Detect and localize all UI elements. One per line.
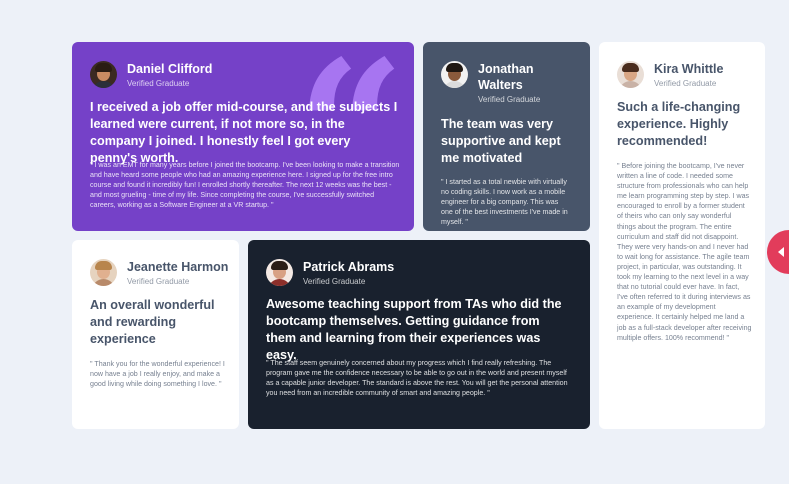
testimonial-card-daniel-clifford: “ Daniel Clifford Verified Graduate I re…	[72, 42, 414, 231]
side-scroll-button[interactable]	[767, 230, 789, 274]
avatar	[90, 61, 117, 88]
testimonial-headline: An overall wonderful and rewarding exper…	[90, 298, 215, 346]
author-name: Kira Whittle	[654, 62, 724, 76]
testimonial-card-kira-whittle: Kira Whittle Verified Graduate Such a li…	[599, 42, 765, 429]
card-header: Patrick Abrams Verified Graduate	[266, 259, 394, 286]
testimonial-headline: The team was very supportive and kept me…	[441, 117, 561, 165]
author-role: Verified Graduate	[303, 277, 366, 286]
author-name: Jonathan Walters	[478, 62, 534, 92]
card-header: Daniel Clifford Verified Graduate	[90, 61, 212, 88]
testimonial-body: " I was an EMT for many years before I j…	[90, 161, 400, 210]
testimonial-headline: Such a life-changing experience. Highly …	[617, 100, 741, 148]
testimonial-card-jeanette-harmon: Jeanette Harmon Verified Graduate An ove…	[72, 240, 239, 429]
author-role: Verified Graduate	[654, 79, 717, 88]
testimonial-headline: I received a job offer mid-course, and t…	[90, 100, 398, 165]
testimonial-card-patrick-abrams: Patrick Abrams Verified Graduate Awesome…	[248, 240, 590, 429]
author-name: Patrick Abrams	[303, 260, 395, 274]
card-header: Kira Whittle Verified Graduate	[617, 61, 723, 88]
testimonial-body: " I started as a total newbie with virtu…	[441, 178, 568, 227]
card-header: Jeanette Harmon Verified Graduate	[90, 259, 237, 286]
author-role: Verified Graduate	[478, 95, 541, 104]
testimonial-body: " Before joining the bootcamp, I've neve…	[617, 162, 752, 342]
testimonial-body: " The staff seem genuinely concerned abo…	[266, 359, 568, 398]
testimonial-headline: Awesome teaching support from TAs who di…	[266, 297, 562, 362]
testimonial-card-jonathan-walters: Jonathan Walters Verified Graduate The t…	[423, 42, 590, 231]
testimonial-body: " Thank you for the wonderful experience…	[90, 360, 225, 389]
author-role: Verified Graduate	[127, 277, 190, 286]
author-role: Verified Graduate	[127, 79, 190, 88]
avatar	[266, 259, 293, 286]
author-name: Daniel Clifford	[127, 62, 213, 76]
avatar	[90, 259, 117, 286]
chevron-left-icon	[778, 247, 784, 257]
avatar	[617, 61, 644, 88]
author-name: Jeanette Harmon	[127, 260, 229, 274]
card-header: Jonathan Walters Verified Graduate	[441, 61, 578, 104]
avatar	[441, 61, 468, 88]
